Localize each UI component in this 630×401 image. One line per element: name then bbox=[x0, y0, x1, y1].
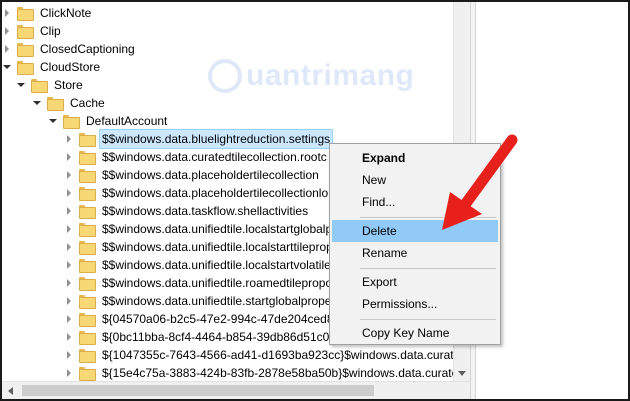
chevron-right-icon[interactable] bbox=[64, 256, 74, 274]
watermark-text: uantrimang bbox=[246, 59, 415, 92]
tree-item-closedcaptioning[interactable]: ClosedCaptioning bbox=[2, 40, 137, 58]
chevron-right-icon[interactable] bbox=[64, 166, 74, 184]
folder-icon bbox=[79, 277, 96, 291]
tree-item-clip[interactable]: Clip bbox=[2, 22, 63, 40]
tree-item-label: CloudStore bbox=[40, 60, 101, 74]
tree-item-label: $$windows.data.taskflow.shellactivities bbox=[102, 204, 309, 218]
tree-item-shellactivities[interactable]: $$windows.data.taskflow.shellactivities bbox=[64, 202, 310, 220]
tree-item-label: $$windows.data.placeholdertilecollection… bbox=[102, 186, 329, 200]
folder-icon bbox=[63, 115, 80, 129]
chevron-right-icon[interactable] bbox=[64, 148, 74, 166]
folder-icon bbox=[79, 259, 96, 273]
chevron-right-icon[interactable] bbox=[64, 184, 74, 202]
folder-icon bbox=[17, 25, 34, 39]
tree-item-label: Store bbox=[54, 78, 83, 92]
folder-icon bbox=[79, 349, 96, 363]
tree-item-label: $$windows.data.curatedtilecollection.roo… bbox=[102, 150, 327, 164]
tree-item-1047355c[interactable]: ${1047355c-7643-4566-ad41-d1693ba923cc}$… bbox=[64, 346, 470, 364]
chevron-right-icon[interactable] bbox=[64, 238, 74, 256]
chevron-down-icon[interactable] bbox=[2, 58, 12, 76]
folder-icon bbox=[79, 367, 96, 381]
folder-icon bbox=[17, 7, 34, 21]
folder-icon bbox=[31, 79, 48, 93]
tree-item-localstartvolatile[interactable]: $$windows.data.unifiedtile.localstartvol… bbox=[64, 256, 333, 274]
chevron-right-icon[interactable] bbox=[64, 310, 74, 328]
chevron-right-icon[interactable] bbox=[64, 292, 74, 310]
tree-item-label: $$windows.data.unifiedtile.localstartglo… bbox=[102, 222, 333, 236]
folder-icon bbox=[79, 187, 96, 201]
chevron-down-icon[interactable] bbox=[16, 76, 26, 94]
tree-item-label: ${04570a06-b2c5-47e2-994c-47de204ced84} bbox=[102, 312, 345, 326]
menu-item-export[interactable]: Export bbox=[332, 271, 498, 293]
folder-icon bbox=[79, 295, 96, 309]
tree-item-label: $$windows.data.unifiedtile.localstartvol… bbox=[102, 258, 331, 272]
chevron-right-icon[interactable] bbox=[64, 220, 74, 238]
tree-item-localstarttileprop[interactable]: $$windows.data.unifiedtile.localstarttil… bbox=[64, 238, 335, 256]
tree-item-defaultaccount[interactable]: DefaultAccount bbox=[48, 112, 169, 130]
folder-icon bbox=[47, 97, 64, 111]
tree-item-label: ${0bc11bba-8cf4-4464-b854-39db86d51c01 bbox=[102, 330, 336, 344]
tree-item-label: $$windows.data.unifiedtile.localstarttil… bbox=[102, 240, 333, 254]
chevron-right-icon[interactable] bbox=[64, 130, 74, 148]
chevron-right-icon[interactable] bbox=[64, 274, 74, 292]
tree-item-cloudstore[interactable]: CloudStore bbox=[2, 58, 102, 76]
tree-item-curatedtilecollection[interactable]: $$windows.data.curatedtilecollection.roo… bbox=[64, 148, 329, 166]
red-pointer-arrow-icon bbox=[442, 134, 518, 230]
scroll-down-icon[interactable] bbox=[458, 371, 466, 376]
chevron-right-icon[interactable] bbox=[64, 328, 74, 346]
chevron-down-icon[interactable] bbox=[32, 94, 42, 112]
folder-icon bbox=[17, 61, 34, 75]
menu-item-copy-key-name[interactable]: Copy Key Name bbox=[332, 322, 498, 344]
tree-item-clicknote[interactable]: ClickNote bbox=[2, 4, 93, 22]
folder-icon bbox=[79, 241, 96, 255]
tree-item-label: $$windows.data.unifiedtile.startglobalpr… bbox=[102, 294, 332, 308]
watermark-logo: uantrimang bbox=[208, 59, 414, 93]
chevron-right-icon[interactable] bbox=[2, 22, 12, 40]
tree-item-localstartglobalp[interactable]: $$windows.data.unifiedtile.localstartglo… bbox=[64, 220, 334, 238]
horizontal-scrollbar[interactable] bbox=[2, 381, 470, 399]
tree-item-label: Cache bbox=[70, 96, 105, 110]
tree-item-label: $$windows.data.bluelightreduction.settin… bbox=[98, 129, 334, 149]
tree-item-label: $$windows.data.placeholdertilecollection bbox=[102, 168, 319, 182]
folder-icon bbox=[79, 133, 96, 147]
menu-separator bbox=[360, 319, 496, 320]
tree-item-placeholdertilecollection[interactable]: $$windows.data.placeholdertilecollection bbox=[64, 166, 321, 184]
chevron-right-icon[interactable] bbox=[64, 202, 74, 220]
chevron-right-icon[interactable] bbox=[2, 40, 12, 58]
watermark-mark-icon bbox=[208, 59, 242, 93]
folder-icon bbox=[79, 331, 96, 345]
tree-item-label: $$windows.data.unifiedtile.roamedtilepro… bbox=[102, 276, 333, 290]
tree-item-15e4c75a[interactable]: ${15e4c75a-3883-424b-83fb-2878e58ba50b}$… bbox=[64, 364, 470, 381]
tree-item-placeholdertilecollectionlo[interactable]: $$windows.data.placeholdertilecollection… bbox=[64, 184, 330, 202]
tree-item-label: ${1047355c-7643-4566-ad41-d1693ba923cc}$… bbox=[102, 348, 470, 362]
horizontal-scroll-thumb[interactable] bbox=[22, 385, 374, 396]
tree-item-bluelightreduction[interactable]: $$windows.data.bluelightreduction.settin… bbox=[64, 129, 334, 149]
tree-item-label: ${15e4c75a-3883-424b-83fb-2878e58ba50b}$… bbox=[102, 366, 470, 380]
tree-item-store[interactable]: Store bbox=[16, 76, 85, 94]
folder-icon bbox=[79, 169, 96, 183]
folder-icon bbox=[79, 151, 96, 165]
tree-item-label: DefaultAccount bbox=[86, 114, 168, 128]
chevron-right-icon[interactable] bbox=[64, 364, 74, 381]
folder-icon bbox=[79, 223, 96, 237]
scroll-left-icon[interactable] bbox=[8, 387, 13, 395]
folder-icon bbox=[17, 43, 34, 57]
chevron-right-icon[interactable] bbox=[64, 346, 74, 364]
tree-item-04570a06[interactable]: ${04570a06-b2c5-47e2-994c-47de204ced84} bbox=[64, 310, 346, 328]
tree-item-label: Clip bbox=[40, 24, 61, 38]
tree-item-roamedtilepropo[interactable]: $$windows.data.unifiedtile.roamedtilepro… bbox=[64, 274, 334, 292]
chevron-down-icon[interactable] bbox=[48, 112, 58, 130]
folder-icon bbox=[79, 205, 96, 219]
tree-item-startglobalprope[interactable]: $$windows.data.unifiedtile.startglobalpr… bbox=[64, 292, 333, 310]
tree-item-label: ClickNote bbox=[40, 6, 92, 20]
tree-item-0bc11bba[interactable]: ${0bc11bba-8cf4-4464-b854-39db86d51c01 bbox=[64, 328, 338, 346]
folder-icon bbox=[79, 313, 96, 327]
menu-item-permissions[interactable]: Permissions... bbox=[332, 293, 498, 315]
tree-item-label: ClosedCaptioning bbox=[40, 42, 135, 56]
menu-item-rename[interactable]: Rename bbox=[332, 242, 498, 264]
menu-separator bbox=[360, 268, 496, 269]
tree-item-cache[interactable]: Cache bbox=[32, 94, 107, 112]
chevron-right-icon[interactable] bbox=[2, 4, 12, 22]
